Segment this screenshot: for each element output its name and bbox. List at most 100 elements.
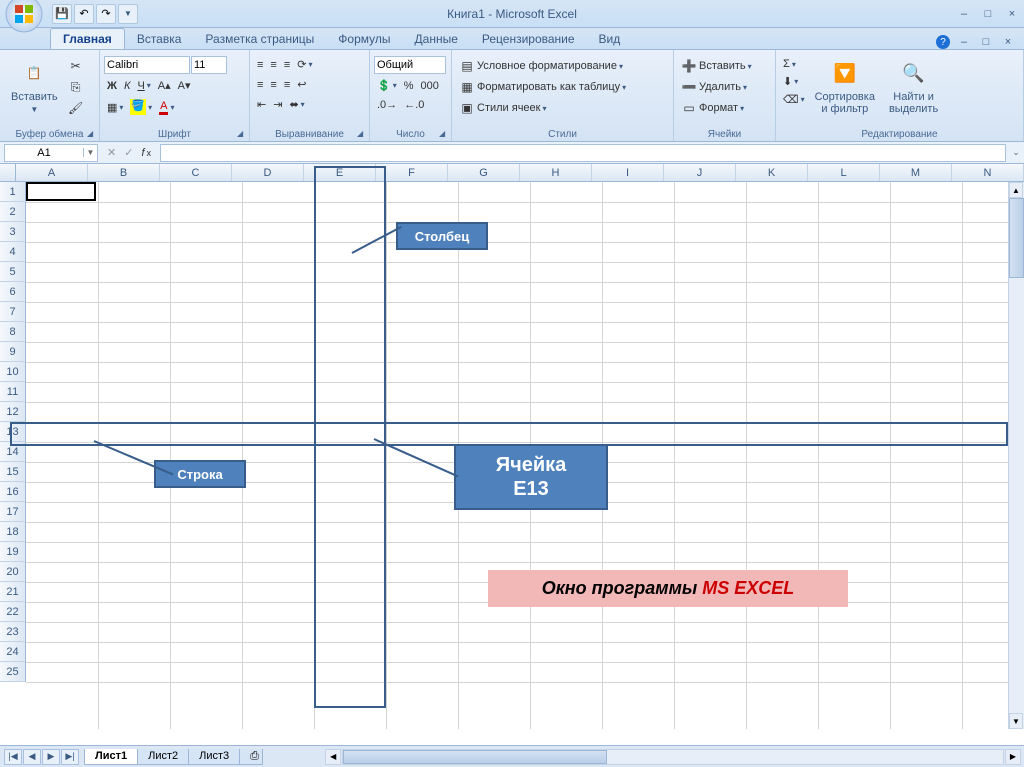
column-header[interactable]: J <box>664 164 736 181</box>
prev-sheet-button[interactable]: ◀ <box>23 749 41 765</box>
font-color-button[interactable]: A▾ <box>156 98 177 117</box>
ribbon-minimize-icon[interactable]: – <box>956 35 972 49</box>
qat-redo-icon[interactable]: ↷ <box>96 4 116 24</box>
column-header[interactable]: G <box>448 164 520 181</box>
currency-button[interactable]: 💲▾ <box>374 77 400 94</box>
cut-button[interactable]: ✂ <box>65 56 87 76</box>
row-header[interactable]: 18 <box>0 522 26 542</box>
orientation-button[interactable]: ⟳▾ <box>294 56 315 73</box>
align-bottom-button[interactable]: ≡ <box>281 57 293 73</box>
increase-decimal-button[interactable]: .0→ <box>374 97 400 113</box>
enter-formula-icon[interactable]: ✓ <box>121 144 136 161</box>
align-center-button[interactable]: ≡ <box>267 77 279 93</box>
select-all-corner[interactable] <box>0 164 16 181</box>
scroll-right-icon[interactable]: ▶ <box>1005 749 1021 765</box>
name-box-dropdown-icon[interactable]: ▼ <box>83 148 97 157</box>
comma-button[interactable]: 000 <box>418 78 442 94</box>
autosum-button[interactable]: Σ▾ <box>780 56 808 72</box>
increase-indent-button[interactable]: ⇥ <box>270 96 285 113</box>
percent-button[interactable]: % <box>401 78 417 94</box>
cancel-formula-icon[interactable]: ✕ <box>104 144 119 161</box>
clipboard-launcher-icon[interactable]: ◢ <box>87 129 97 139</box>
font-launcher-icon[interactable]: ◢ <box>237 129 247 139</box>
column-header[interactable]: D <box>232 164 304 181</box>
align-left-button[interactable]: ≡ <box>254 77 266 93</box>
row-header[interactable]: 6 <box>0 282 26 302</box>
sheet-tab[interactable]: Лист3 <box>188 749 240 765</box>
next-sheet-button[interactable]: ▶ <box>42 749 60 765</box>
row-header[interactable]: 15 <box>0 462 26 482</box>
row-header[interactable]: 9 <box>0 342 26 362</box>
decrease-decimal-button[interactable]: ←.0 <box>401 97 427 113</box>
row-header[interactable]: 22 <box>0 602 26 622</box>
row-header[interactable]: 14 <box>0 442 26 462</box>
decrease-indent-button[interactable]: ⇤ <box>254 96 269 113</box>
clear-button[interactable]: ⌫▾ <box>780 91 808 108</box>
row-header[interactable]: 13 <box>0 422 26 442</box>
row-header[interactable]: 25 <box>0 662 26 682</box>
qat-save-icon[interactable]: 💾 <box>52 4 72 24</box>
formula-bar-expand-icon[interactable]: ⌄ <box>1008 147 1024 158</box>
tab-рецензирование[interactable]: Рецензирование <box>470 29 587 49</box>
sheet-tab[interactable]: Лист1 <box>84 749 138 765</box>
column-header[interactable]: E <box>304 164 376 181</box>
column-header[interactable]: M <box>880 164 952 181</box>
column-header[interactable]: A <box>16 164 88 181</box>
scroll-left-icon[interactable]: ◀ <box>325 749 341 765</box>
row-header[interactable]: 2 <box>0 202 26 222</box>
vertical-scrollbar[interactable]: ▲ ▼ <box>1008 182 1024 729</box>
column-header[interactable]: H <box>520 164 592 181</box>
tab-вставка[interactable]: Вставка <box>125 29 194 49</box>
fill-color-button[interactable]: 🪣▾ <box>127 97 155 117</box>
last-sheet-button[interactable]: ▶| <box>61 749 79 765</box>
format-painter-button[interactable]: 🖌 <box>65 98 87 118</box>
conditional-format-button[interactable]: ▤Условное форматирование▾ <box>456 56 626 76</box>
horizontal-scrollbar[interactable]: ◀ ▶ <box>342 749 1004 765</box>
first-sheet-button[interactable]: |◀ <box>4 749 22 765</box>
tab-вид[interactable]: Вид <box>587 29 633 49</box>
row-header[interactable]: 1 <box>0 182 26 202</box>
bold-button[interactable]: Ж <box>104 78 120 94</box>
scroll-down-icon[interactable]: ▼ <box>1009 713 1023 729</box>
column-header[interactable]: B <box>88 164 160 181</box>
maximize-button[interactable]: □ <box>980 7 996 21</box>
row-header[interactable]: 24 <box>0 642 26 662</box>
row-header[interactable]: 7 <box>0 302 26 322</box>
column-header[interactable]: I <box>592 164 664 181</box>
tab-разметка страницы[interactable]: Разметка страницы <box>193 29 326 49</box>
row-header[interactable]: 10 <box>0 362 26 382</box>
copy-button[interactable]: ⎘ <box>65 77 87 97</box>
borders-button[interactable]: ▦▾ <box>104 99 126 116</box>
help-icon[interactable]: ? <box>936 35 950 49</box>
row-header[interactable]: 23 <box>0 622 26 642</box>
insert-cells-button[interactable]: ➕Вставить▾ <box>678 56 755 76</box>
hscroll-thumb[interactable] <box>343 750 607 764</box>
name-box[interactable]: A1 ▼ <box>4 144 98 162</box>
align-right-button[interactable]: ≡ <box>281 77 293 93</box>
row-header[interactable]: 8 <box>0 322 26 342</box>
row-header[interactable]: 20 <box>0 562 26 582</box>
row-header[interactable]: 4 <box>0 242 26 262</box>
minimize-button[interactable]: – <box>956 7 972 21</box>
row-header[interactable]: 21 <box>0 582 26 602</box>
italic-button[interactable]: К <box>121 78 133 94</box>
tab-главная[interactable]: Главная <box>50 28 125 49</box>
find-select-button[interactable]: 🔍 Найти и выделить <box>882 52 945 120</box>
vscroll-thumb[interactable] <box>1009 198 1024 278</box>
cell-styles-button[interactable]: ▣Стили ячеек▾ <box>456 98 550 118</box>
column-header[interactable]: N <box>952 164 1024 181</box>
underline-button[interactable]: Ч▾ <box>134 78 153 94</box>
doc-close-icon[interactable]: × <box>1000 35 1016 49</box>
format-cells-button[interactable]: ▭Формат▾ <box>678 98 747 118</box>
align-middle-button[interactable]: ≡ <box>267 57 279 73</box>
row-header[interactable]: 17 <box>0 502 26 522</box>
font-size-combo[interactable] <box>191 56 227 74</box>
new-sheet-button[interactable]: ⎙ <box>239 749 263 765</box>
scroll-up-icon[interactable]: ▲ <box>1009 182 1023 198</box>
office-button[interactable] <box>4 0 44 34</box>
alignment-launcher-icon[interactable]: ◢ <box>357 129 367 139</box>
qat-customize-icon[interactable]: ▼ <box>118 4 138 24</box>
shrink-font-button[interactable]: A▾ <box>175 77 194 94</box>
font-name-combo[interactable] <box>104 56 190 74</box>
wrap-text-button[interactable]: ↩ <box>294 76 309 93</box>
